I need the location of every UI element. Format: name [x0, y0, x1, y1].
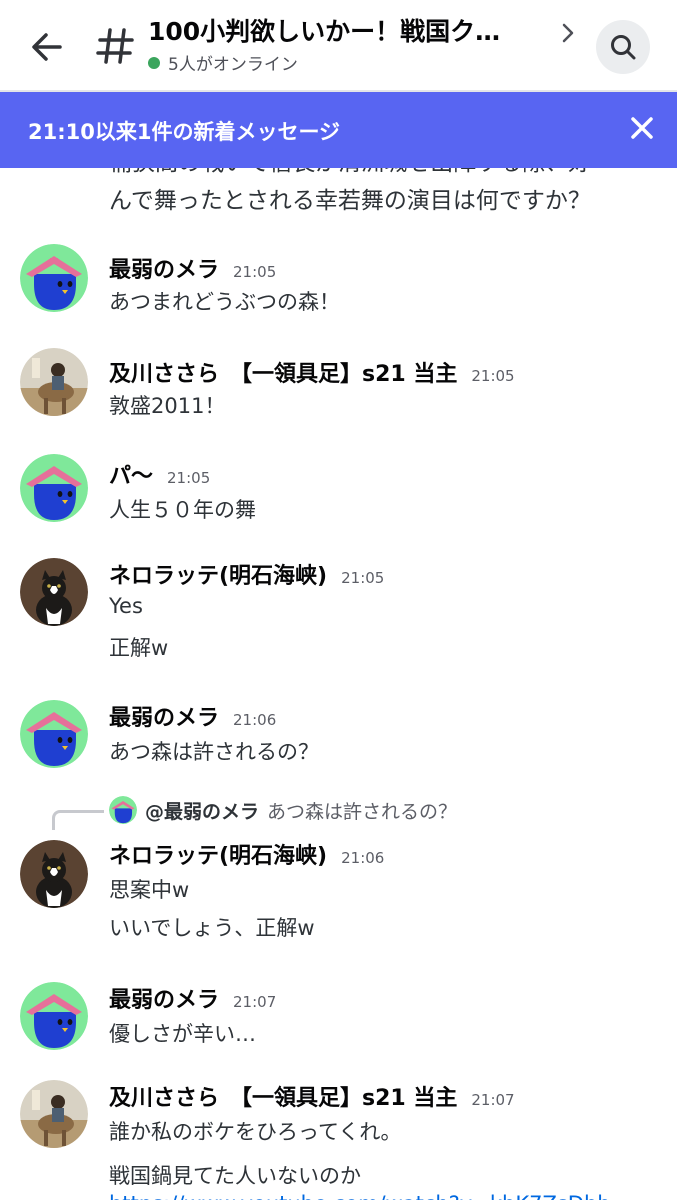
avatar[interactable]: [20, 454, 88, 522]
new-messages-banner[interactable]: 21:10以来1件の新着メッセージ: [0, 92, 677, 168]
search-button[interactable]: [596, 20, 650, 74]
channel-header: 100小判欲しいかー！戦国ク… 5人がオンライン: [0, 0, 677, 92]
chevron-right-icon: [562, 23, 574, 43]
search-icon: [611, 35, 636, 60]
partial-message-line: んで舞ったとされる幸若舞の演目は何ですか？: [109, 188, 591, 214]
reply-reference[interactable]: @最弱のメラ あつ森は許されるの？: [109, 796, 457, 824]
reply-text: あつ森は許されるの？: [267, 800, 458, 823]
message-text: 人生５０年の舞: [109, 498, 256, 522]
reply-spine: [52, 810, 104, 830]
message-time: 21:07: [471, 1091, 515, 1109]
message-author[interactable]: 最弱のメラ 21:05: [109, 252, 276, 284]
online-dot-icon: [148, 56, 160, 69]
message-text: あつ森は許されるの？: [109, 740, 319, 764]
back-button[interactable]: [26, 26, 68, 68]
hashtag-icon: [96, 24, 136, 68]
message-time: 21:05: [167, 469, 211, 487]
banner-close-button[interactable]: [628, 114, 656, 142]
message-author[interactable]: 及川ささら 【一領具足】s21 当主 21:07: [109, 1080, 515, 1112]
message-link[interactable]: https://www.youtube.com/watch?v=kbK7ZsDb…: [109, 1192, 611, 1200]
message-text: いいでしょう、正解w: [109, 916, 315, 940]
avatar[interactable]: [20, 244, 88, 312]
message-author[interactable]: ネロラッテ(明石海峡) 21:06: [109, 838, 384, 870]
avatar[interactable]: [20, 982, 88, 1050]
message-author[interactable]: ネロラッテ(明石海峡) 21:05: [109, 558, 384, 590]
message-list[interactable]: 桶狭間の戦いで信長が清洲城を出陣する際、好 んで舞ったとされる幸若舞の演目は何で…: [0, 168, 677, 1200]
reply-author: @最弱のメラ: [145, 800, 260, 823]
close-icon: [631, 117, 653, 139]
message-author[interactable]: 及川ささら 【一領具足】s21 当主 21:05: [109, 356, 515, 388]
message-author[interactable]: パ〜 21:05: [109, 458, 210, 490]
partial-message: 桶狭間の戦いで信長が清洲城を出陣する際、好 んで舞ったとされる幸若舞の演目は何で…: [109, 168, 649, 220]
message-text: 敦盛2011！: [109, 394, 226, 418]
avatar[interactable]: [20, 840, 88, 908]
reply-avatar: [109, 796, 137, 824]
message-time: 21:05: [233, 263, 277, 281]
avatar[interactable]: [20, 1080, 88, 1148]
message-text: 戦国鍋見てた人いないのか: [109, 1164, 361, 1188]
avatar[interactable]: [20, 700, 88, 768]
message-text: 正解w: [109, 636, 169, 660]
partial-message-line: 桶狭間の戦いで信長が清洲城を出陣する際、好: [109, 168, 649, 182]
banner-text: 21:10以来1件の新着メッセージ: [28, 120, 341, 144]
message-text: あつまれどうぶつの森！: [109, 290, 340, 314]
message-time: 21:06: [233, 711, 277, 729]
message-time: 21:06: [341, 849, 385, 867]
channel-details-button[interactable]: [558, 20, 578, 46]
avatar[interactable]: [20, 348, 88, 416]
avatar[interactable]: [20, 558, 88, 626]
message-author[interactable]: 最弱のメラ 21:07: [109, 982, 276, 1014]
message-text: 優しさが辛い…: [109, 1022, 256, 1046]
arrow-left-icon: [32, 33, 62, 61]
online-count: 5人がオンライン: [168, 55, 298, 75]
channel-title[interactable]: 100小判欲しいかー！戦国ク…: [148, 12, 548, 48]
message-time: 21:05: [471, 367, 515, 385]
message-author[interactable]: 最弱のメラ 21:06: [109, 700, 276, 732]
message-text: 思案中w: [109, 878, 190, 902]
online-status: 5人がオンライン: [148, 50, 298, 75]
message-time: 21:07: [233, 993, 277, 1011]
message-time: 21:05: [341, 569, 385, 587]
message-text: 誰か私のボケをひろってくれ。: [109, 1120, 402, 1144]
message-text: Yes: [109, 594, 143, 618]
